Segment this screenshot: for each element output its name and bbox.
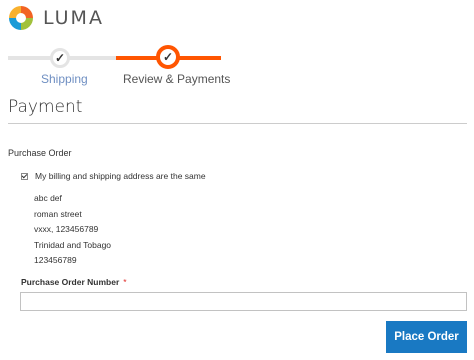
- same-address-label[interactable]: My billing and shipping address are the …: [35, 171, 206, 181]
- luma-logo-icon: [9, 6, 33, 30]
- required-asterisk: *: [123, 277, 127, 287]
- po-number-label-text: Purchase Order Number: [21, 277, 120, 287]
- payment-method-title: Purchase Order: [8, 148, 72, 158]
- address-line: 123456789: [34, 255, 77, 265]
- checkout-progress-bar: ✓ Shipping ✓ Review & Payments: [8, 44, 230, 86]
- progress-step-review-label: Review & Payments: [123, 72, 231, 86]
- po-number-input[interactable]: [20, 292, 467, 311]
- address-line: Trinidad and Tobago: [34, 239, 112, 250]
- billing-address: abc def roman street vxxx, 123456789 Tri…: [34, 191, 111, 269]
- logo-text: LUMA: [43, 7, 104, 29]
- address-line: abc def: [34, 193, 62, 203]
- address-line: vxxx, 123456789: [34, 224, 99, 234]
- same-address-row[interactable]: My billing and shipping address are the …: [21, 171, 206, 181]
- place-order-button[interactable]: Place Order: [386, 321, 467, 353]
- address-line: roman street: [34, 208, 82, 219]
- title-divider: [8, 123, 467, 124]
- po-number-label: Purchase Order Number *: [21, 277, 127, 287]
- checkmark-icon: ✓: [50, 48, 70, 68]
- same-address-checkbox[interactable]: [21, 172, 28, 180]
- checkmark-icon: ✓: [156, 45, 180, 69]
- progress-step-shipping-label[interactable]: Shipping: [41, 72, 88, 86]
- store-logo[interactable]: LUMA: [8, 5, 104, 31]
- payment-title: Payment: [8, 97, 83, 117]
